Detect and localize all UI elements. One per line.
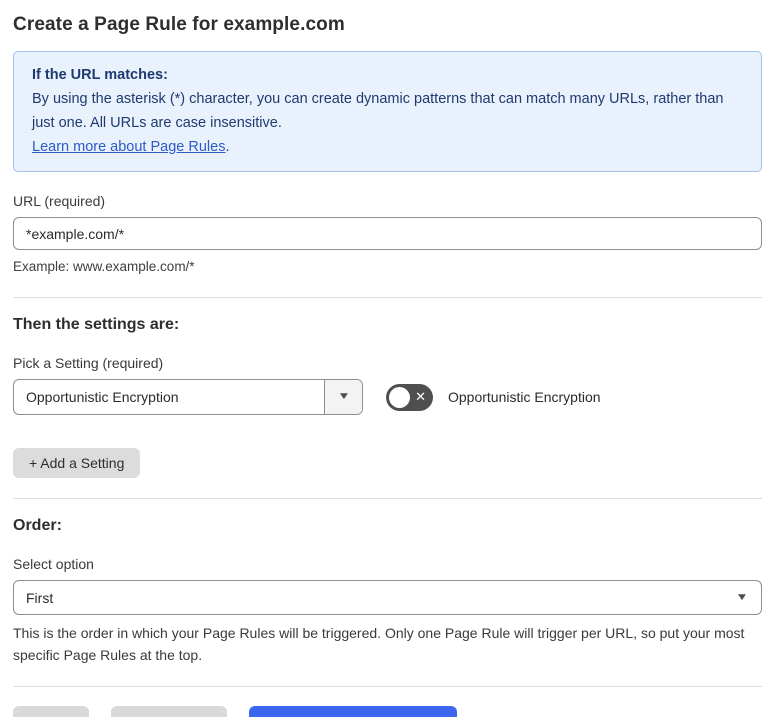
pick-setting-label: Pick a Setting (required) — [13, 355, 164, 371]
add-setting-button[interactable]: + Add a Setting — [13, 448, 141, 478]
chevron-down-icon: ▼ — [735, 591, 749, 603]
section-divider — [13, 498, 762, 499]
info-box-heading: If the URL matches: — [32, 67, 168, 83]
footer-actions: Cancel Save as Draft Save and Deploy Pag… — [13, 706, 762, 717]
order-helper-text: This is the order in which your Page Rul… — [13, 625, 745, 663]
setting-toggle-off[interactable]: ✕ — [386, 383, 433, 411]
settings-section-heading: Then the settings are: — [13, 316, 180, 333]
page-title: Create a Page Rule for example.com — [13, 14, 345, 35]
save-and-deploy-button[interactable]: Save and Deploy Page Rule — [249, 706, 458, 717]
setting-select-value: Opportunistic Encryption — [26, 389, 179, 405]
url-match-info-box: If the URL matches: By using the asteris… — [13, 51, 762, 172]
cancel-button[interactable]: Cancel — [13, 706, 89, 717]
create-page-rule-panel: Create a Page Rule for example.com If th… — [0, 0, 775, 717]
footer-divider — [13, 686, 762, 687]
toggle-off-x-icon: ✕ — [415, 389, 426, 405]
setting-toggle-label: Opportunistic Encryption — [448, 389, 601, 405]
url-field-label: URL (required) — [13, 193, 106, 209]
chevron-down-icon: ▼ — [336, 391, 351, 402]
order-select-value: First — [26, 589, 54, 606]
setting-row: Opportunistic Encryption ▼ ✕ Opportunist… — [13, 379, 762, 415]
order-select-label: Select option — [13, 556, 94, 572]
setting-select[interactable]: Opportunistic Encryption ▼ — [13, 379, 363, 415]
url-example-helper: Example: www.example.com/* — [13, 259, 195, 274]
link-suffix: . — [225, 139, 230, 155]
order-section-heading: Order: — [13, 517, 62, 534]
info-box-body: By using the asterisk (*) character, you… — [32, 91, 724, 131]
save-as-draft-button[interactable]: Save as Draft — [110, 706, 228, 717]
url-input[interactable] — [13, 217, 762, 250]
setting-select-caret-button[interactable]: ▼ — [324, 380, 362, 414]
section-divider — [13, 297, 762, 298]
order-select[interactable]: First ▼ — [13, 580, 762, 615]
toggle-knob — [389, 386, 410, 408]
learn-more-link[interactable]: Learn more about Page Rules — [32, 139, 225, 155]
info-box-link-line: Learn more about Page Rules. — [32, 135, 743, 159]
